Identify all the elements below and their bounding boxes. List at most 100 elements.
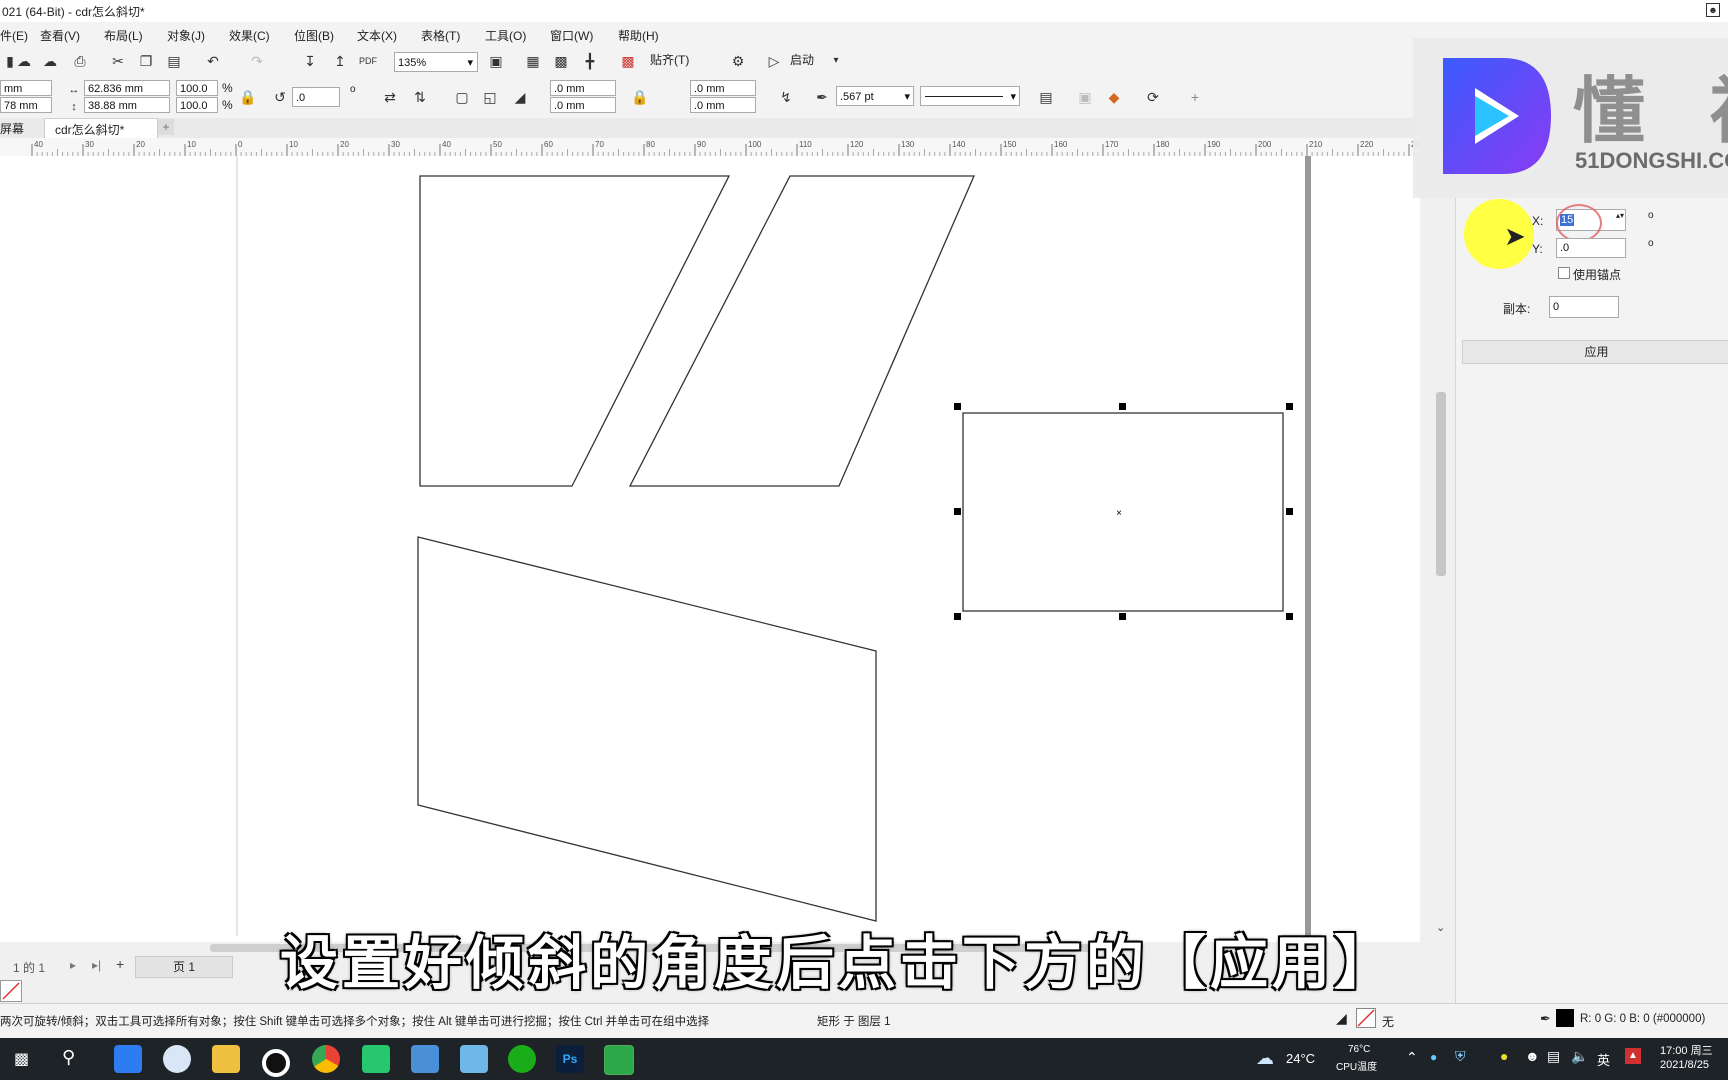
input-language[interactable]: 英 — [1597, 1050, 1610, 1069]
task-view-icon[interactable]: ▩ — [14, 1049, 29, 1069]
scale-width-field[interactable]: 100.0 — [176, 80, 218, 96]
launch-dropdown-icon[interactable]: ▾ — [826, 51, 846, 71]
corner-radius-top-right[interactable]: .0 mm — [690, 80, 756, 96]
menu-text[interactable]: 文本(X) — [357, 27, 397, 44]
scalloped-corner-icon[interactable]: ◱ — [480, 87, 500, 107]
add-icon[interactable]: + — [1185, 87, 1205, 107]
apply-button[interactable]: 应用 — [1462, 340, 1728, 364]
app-notes-icon[interactable] — [460, 1045, 488, 1073]
new-tab-button[interactable]: + — [158, 119, 174, 135]
tab-document[interactable]: cdr怎么斜切* — [44, 118, 158, 139]
user-icon[interactable]: ☻ — [1525, 1048, 1540, 1064]
page-tab[interactable]: 页 1 — [135, 956, 233, 978]
line-style-select[interactable]: ▾ — [920, 86, 1020, 106]
undo-icon[interactable]: ↶ — [203, 51, 223, 71]
y-position-field[interactable]: 78 mm — [0, 97, 52, 113]
app-feishu-icon[interactable] — [114, 1045, 142, 1073]
cut-icon[interactable]: ✂ — [108, 51, 128, 71]
fill-none-swatch[interactable] — [1356, 1008, 1376, 1028]
copy-icon[interactable]: ❐ — [136, 51, 156, 71]
round-corner-icon[interactable]: ▢ — [452, 87, 472, 107]
corner-radius-bottom-right[interactable]: .0 mm — [690, 97, 756, 113]
corner-radius-top-left[interactable]: .0 mm — [550, 80, 616, 96]
outline-width-select[interactable]: .567 pt ▾ — [836, 86, 914, 106]
wrap-text-icon[interactable]: ▤ — [1036, 87, 1056, 107]
app-recorder-icon[interactable] — [262, 1049, 290, 1077]
app-network-icon[interactable] — [163, 1045, 191, 1073]
scale-height-field[interactable]: 100.0 — [176, 97, 218, 113]
to-front-icon[interactable]: ▣ — [1075, 87, 1095, 107]
last-page-icon[interactable]: ▸| — [92, 958, 101, 972]
photoshop-icon[interactable]: Ps — [556, 1045, 584, 1073]
menu-bitmaps[interactable]: 位图(B) — [294, 27, 334, 44]
import-icon[interactable]: ↧ — [300, 51, 320, 71]
menu-tools[interactable]: 工具(O) — [485, 27, 526, 44]
menu-table[interactable]: 表格(T) — [421, 27, 460, 44]
ime-icon[interactable]: ▲ — [1625, 1048, 1641, 1064]
mirror-horizontal-icon[interactable]: ⇄ — [380, 87, 400, 107]
next-page-icon[interactable]: ▸ — [70, 958, 76, 972]
height-field[interactable]: 38.88 mm — [84, 97, 170, 113]
spin-icon[interactable]: ▴▾ — [1616, 211, 1624, 220]
print-icon[interactable]: ⎙ — [70, 51, 90, 71]
snap-icon[interactable]: ▩ — [618, 51, 638, 71]
tray-green-icon[interactable]: ● — [1500, 1048, 1508, 1064]
wechat-icon[interactable] — [508, 1045, 536, 1073]
relative-scaling-icon[interactable]: ↯ — [776, 87, 796, 107]
zoom-level-select[interactable]: 135% ▾ — [394, 52, 478, 72]
export-icon[interactable]: ↥ — [330, 51, 350, 71]
menu-file[interactable]: 件(E) — [0, 27, 28, 44]
outline-color-swatch[interactable] — [1556, 1009, 1574, 1027]
drawing-canvas[interactable]: × — [0, 156, 1420, 942]
menu-help[interactable]: 帮助(H) — [618, 27, 659, 44]
skew-y-field[interactable]: .0 — [1556, 238, 1626, 258]
clock-date[interactable]: 2021/8/25 — [1660, 1059, 1709, 1071]
menu-effects[interactable]: 效果(C) — [229, 27, 270, 44]
shield-icon[interactable]: ⛨ — [1455, 1048, 1466, 1065]
chamfered-corner-icon[interactable]: ◢ — [510, 87, 530, 107]
to-back-icon[interactable]: ◆ — [1104, 87, 1124, 107]
snap-label[interactable]: 贴齐(T) — [650, 51, 689, 68]
launch-label[interactable]: 启动 — [790, 51, 814, 68]
app-folder-icon[interactable] — [411, 1045, 439, 1073]
volume-icon[interactable]: 🔈 — [1571, 1048, 1588, 1065]
clock-time[interactable]: 17:00 周三 — [1660, 1042, 1713, 1058]
settings-gear-icon[interactable]: ⚙ — [728, 51, 748, 71]
use-anchor-checkbox[interactable] — [1558, 267, 1570, 279]
add-page-button[interactable]: + — [116, 956, 124, 972]
page-view-icon[interactable]: ▦ — [523, 51, 543, 71]
app-puzzle-icon[interactable] — [362, 1045, 390, 1073]
rotation-field[interactable]: .0 — [292, 87, 340, 107]
convert-to-curves-icon[interactable]: ⟳ — [1143, 87, 1163, 107]
grid-icon[interactable]: ▩ — [551, 51, 571, 71]
corner-lock-icon[interactable]: 🔒 — [630, 87, 650, 107]
redo-icon[interactable]: ↷ — [247, 51, 267, 71]
mirror-vertical-icon[interactable]: ⇅ — [410, 87, 430, 107]
guidelines-icon[interactable]: ╋ — [580, 51, 600, 71]
profile-icon[interactable]: ☻ — [1706, 3, 1720, 17]
menu-view[interactable]: 查看(V) — [40, 27, 80, 44]
paste-icon[interactable]: ▤ — [164, 51, 184, 71]
lock-ratio-icon[interactable]: 🔒 — [238, 87, 258, 107]
scrollbar-thumb[interactable] — [1436, 392, 1446, 576]
cloud-download-icon[interactable]: ☁ — [40, 51, 60, 71]
vertical-scrollbar[interactable]: ⌄ — [1432, 156, 1450, 936]
weather-icon[interactable]: ☁ — [1256, 1048, 1274, 1069]
launch-icon[interactable]: ▷ — [764, 51, 784, 71]
full-screen-icon[interactable]: ▣ — [486, 51, 506, 71]
chrome-icon[interactable] — [312, 1045, 340, 1073]
tab-welcome-screen[interactable]: 屏幕 — [0, 120, 24, 137]
horizontal-ruler[interactable]: 40 30 20 10 0 10 20 30 40 50 60 70 80 90 100 110 120 130 1… — [0, 138, 1456, 157]
menu-object[interactable]: 对象(J) — [167, 27, 205, 44]
width-field[interactable]: 62.836 mm — [84, 80, 170, 96]
cloud-upload-icon[interactable]: ☁ — [14, 51, 34, 71]
search-icon[interactable]: ⚲ — [62, 1047, 75, 1068]
copies-field[interactable]: 0 — [1549, 296, 1619, 318]
menu-layout[interactable]: 布局(L) — [104, 27, 143, 44]
corner-radius-bottom-left[interactable]: .0 mm — [550, 97, 616, 113]
network-icon[interactable]: ▤ — [1547, 1048, 1560, 1065]
file-explorer-icon[interactable] — [212, 1045, 240, 1073]
coreldraw-icon[interactable] — [604, 1045, 634, 1075]
no-fill-swatch[interactable] — [0, 980, 22, 1002]
pdf-icon[interactable]: PDF — [358, 51, 378, 71]
